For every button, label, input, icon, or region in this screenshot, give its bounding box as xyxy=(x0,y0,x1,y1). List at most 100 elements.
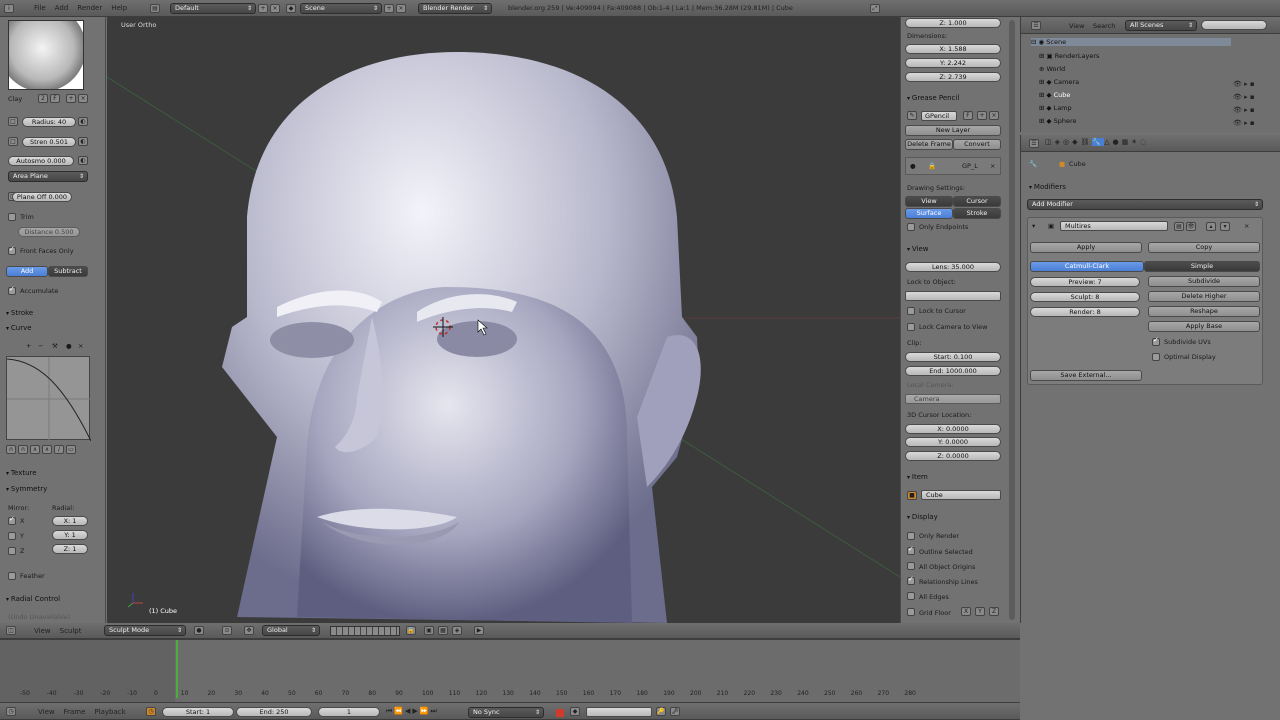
manipulator-icon[interactable]: ✥ xyxy=(244,626,254,635)
new-layer-button[interactable]: New Layer xyxy=(905,125,1001,136)
layout-remove-icon[interactable]: × xyxy=(270,4,280,13)
outliner-type-icon[interactable]: ☰ xyxy=(1031,21,1041,30)
render-tab-icon[interactable]: ◫ xyxy=(1045,138,1055,146)
sculpt-levels-field[interactable]: Sculpt: 8 xyxy=(1030,292,1140,302)
scene-icon[interactable]: ◆ xyxy=(286,4,296,13)
cursor-x-field[interactable]: X: 0.0000 xyxy=(905,424,1001,434)
zoom-out-icon[interactable]: − xyxy=(38,342,43,350)
viewport-editor-type-icon[interactable]: ◫ xyxy=(6,626,16,635)
tl-menu-playback[interactable]: Playback xyxy=(94,708,125,716)
constraints-tab-icon[interactable]: ⛓ xyxy=(1081,138,1093,146)
outliner-lamp-row[interactable]: ⊞ ◆ Lamp xyxy=(1039,104,1072,112)
symmetry-panel-header[interactable]: Symmetry xyxy=(6,485,47,493)
move-down-icon[interactable]: ▾ xyxy=(1220,222,1230,231)
add-direction-button[interactable]: Add xyxy=(6,266,48,277)
all-origins-checkbox[interactable] xyxy=(907,562,915,570)
clip-end-field[interactable]: End: 1000.000 xyxy=(905,366,1001,376)
camera-visibility-icon[interactable]: 👁 ▸ ▪ xyxy=(1233,78,1273,91)
gpencil-fake-user[interactable]: F xyxy=(963,111,973,120)
front-faces-checkbox[interactable] xyxy=(8,245,16,255)
radial-control-header[interactable]: Radial Control xyxy=(6,595,60,603)
scene-selector[interactable]: Scene xyxy=(300,3,382,14)
display-panel-header[interactable]: Display xyxy=(907,513,938,521)
jump-end-icon[interactable]: ⏭ xyxy=(431,707,439,715)
lock-camera-checkbox[interactable] xyxy=(907,323,915,331)
point-icon[interactable]: ● xyxy=(66,342,72,350)
preset-max-icon[interactable]: ▭ xyxy=(66,445,76,454)
radial-z-field[interactable]: Z: 1 xyxy=(52,544,88,554)
brush-users[interactable]: 2 xyxy=(38,94,48,103)
outliner-world-row[interactable]: ⊕ World xyxy=(1039,65,1065,73)
physics-tab-icon[interactable]: ◌ xyxy=(1140,138,1149,146)
outliner-camera-row[interactable]: ⊞ ◆ Camera xyxy=(1039,78,1079,86)
modifiers-panel-header[interactable]: Modifiers xyxy=(1029,183,1066,191)
radius-field[interactable]: Radius: 40 xyxy=(22,117,76,127)
screen-layout-icon[interactable]: ▤ xyxy=(150,4,160,13)
catmull-clark-button[interactable]: Catmull-Clark xyxy=(1030,261,1144,272)
local-camera-field[interactable]: Camera xyxy=(905,394,1001,404)
lamp-visibility-icon[interactable]: 👁 ▸ ▪ xyxy=(1233,104,1273,117)
menu-render[interactable]: Render xyxy=(77,4,102,12)
render-preview-icon[interactable]: ▣ xyxy=(424,626,434,635)
subdivide-button[interactable]: Subdivide xyxy=(1148,276,1260,287)
zoom-in-icon[interactable]: + xyxy=(26,342,31,350)
opengl-render-icon[interactable]: ▦ xyxy=(438,626,448,635)
sculpt-plane-select[interactable]: Area Plane xyxy=(8,171,88,182)
strength-pressure-icon[interactable]: ◐ xyxy=(78,137,88,146)
convert-button[interactable]: Convert xyxy=(953,139,1001,150)
material-tab-icon[interactable]: ● xyxy=(1113,138,1122,146)
feather-checkbox[interactable] xyxy=(8,572,16,580)
delete-key-icon[interactable]: 🗝 xyxy=(670,707,680,716)
move-up-icon[interactable]: ▴ xyxy=(1206,222,1216,231)
timeline-frame-indicator[interactable] xyxy=(176,640,178,698)
outliner-sphere-row[interactable]: ⊞ ◆ Sphere xyxy=(1039,117,1076,125)
outline-selected-checkbox[interactable] xyxy=(907,545,915,555)
viewport-3d[interactable]: User Ortho (1) Cube xyxy=(107,17,900,623)
draw-view-button[interactable]: View xyxy=(905,196,953,207)
object-tab-icon[interactable]: ◆ xyxy=(1072,138,1080,146)
sync-mode-select[interactable]: No Sync xyxy=(468,707,544,718)
gpencil-add-icon[interactable]: + xyxy=(977,111,987,120)
autosmooth-field[interactable]: Autosmo 0.000 xyxy=(8,156,74,166)
viewport-shading-icon[interactable]: ● xyxy=(194,626,204,635)
draw-surface-button[interactable]: Surface xyxy=(905,208,953,219)
brush-remove-icon[interactable]: × xyxy=(78,94,88,103)
preset-line-icon[interactable]: / xyxy=(54,445,64,454)
record-button[interactable] xyxy=(556,709,564,717)
layer-buttons[interactable] xyxy=(330,626,400,636)
end-frame-field[interactable]: End: 250 xyxy=(236,707,312,717)
gp-layer-remove-icon[interactable]: × xyxy=(990,162,995,170)
simple-button[interactable]: Simple xyxy=(1144,261,1260,272)
tl-menu-frame[interactable]: Frame xyxy=(64,708,86,716)
render-levels-field[interactable]: Render: 8 xyxy=(1030,307,1140,317)
remove-modifier-icon[interactable]: × xyxy=(1244,222,1249,230)
menu-view[interactable]: View xyxy=(34,627,51,635)
current-frame-field[interactable]: 1 xyxy=(318,707,380,717)
delete-frame-button[interactable]: Delete Frame xyxy=(905,139,953,150)
curve-panel-header[interactable]: Curve xyxy=(6,324,32,332)
fullscreen-icon[interactable]: ⤢ xyxy=(870,4,880,13)
tool-icon[interactable]: ⚒ xyxy=(52,342,58,350)
item-name-field[interactable]: Cube xyxy=(921,490,1001,500)
mirror-y-checkbox[interactable] xyxy=(8,532,16,540)
apply-button[interactable]: Apply xyxy=(1030,242,1142,253)
mirror-z-checkbox[interactable] xyxy=(8,547,16,555)
radius-lock-icon[interactable]: □ xyxy=(8,117,18,126)
outliner-search-menu[interactable]: Search xyxy=(1093,22,1115,30)
editor-type-icon[interactable]: i xyxy=(4,4,14,13)
menu-file[interactable]: File xyxy=(34,4,46,12)
preview-range-icon[interactable]: ◷ xyxy=(146,707,156,716)
layout-selector[interactable]: Default xyxy=(170,3,256,14)
insert-key-icon[interactable]: 🔑 xyxy=(656,707,666,716)
gpencil-remove-icon[interactable]: × xyxy=(989,111,999,120)
curve-close-icon[interactable]: × xyxy=(78,342,83,350)
reshape-button[interactable]: Reshape xyxy=(1148,306,1260,317)
outliner-filter-select[interactable]: All Scenes xyxy=(1125,20,1197,31)
gp-layer-name[interactable]: GP_L xyxy=(962,162,978,170)
trim-checkbox[interactable] xyxy=(8,213,16,221)
menu-help[interactable]: Help xyxy=(111,4,127,12)
gp-layer-lock-icon[interactable]: 🔒 xyxy=(928,162,936,170)
preset-root-icon[interactable]: ∧ xyxy=(30,445,40,454)
gp-layer-dot-icon[interactable]: ● xyxy=(910,162,916,170)
keying-set-field[interactable] xyxy=(586,707,652,717)
